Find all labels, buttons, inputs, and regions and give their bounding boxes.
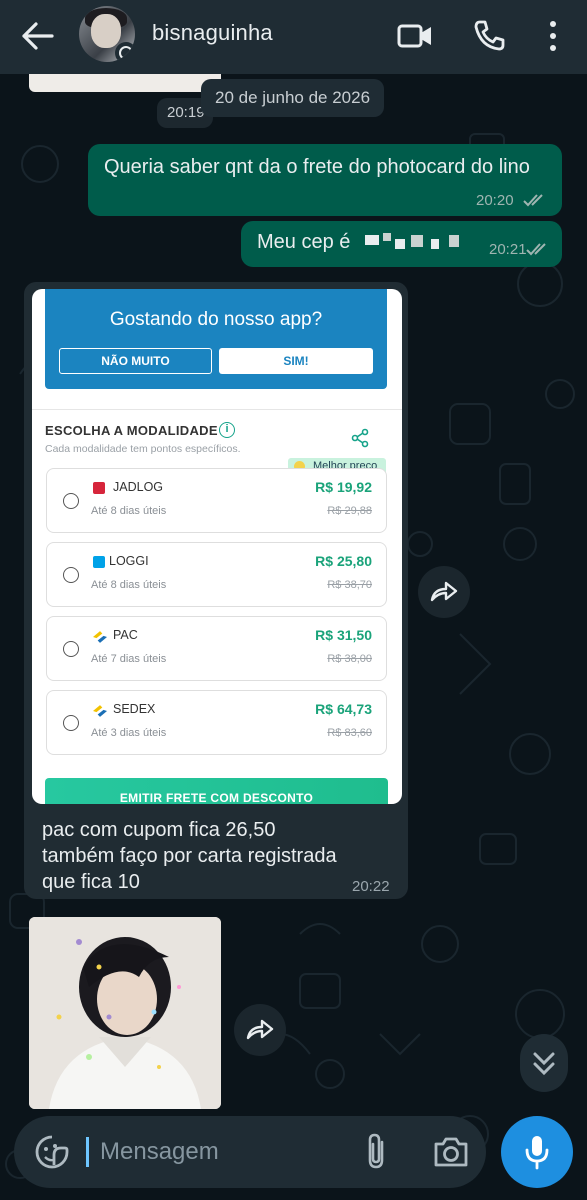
correios-logo-icon — [93, 631, 107, 643]
shipping-option: LOGGI Até 8 dias úteis R$ 25,80 R$ 38,70 — [46, 542, 387, 607]
banner-title: Gostando do nosso app? — [109, 309, 323, 330]
contact-name[interactable]: bisnaguinha — [152, 20, 273, 46]
outgoing-message[interactable]: Meu cep é 20:21 — [241, 221, 562, 267]
forward-button[interactable] — [234, 1004, 286, 1056]
section-subtitle: Cada modalidade tem pontos específicos. — [45, 443, 241, 455]
previous-image-message[interactable] — [29, 74, 221, 92]
attach-icon[interactable] — [360, 1132, 394, 1172]
shipping-option: PAC Até 7 dias úteis R$ 31,50 R$ 38,00 — [46, 616, 387, 681]
voice-message-button[interactable] — [501, 1116, 573, 1188]
info-icon: i — [219, 422, 235, 438]
text-caret — [86, 1137, 89, 1167]
loggi-logo-icon — [93, 556, 105, 568]
delivery-days: Até 7 dias úteis — [91, 653, 167, 665]
old-price: R$ 29,88 — [327, 505, 372, 517]
price: R$ 19,92 — [315, 479, 372, 495]
correios-logo-icon — [93, 705, 107, 717]
photocard-image[interactable] — [29, 917, 221, 1109]
delivery-days: Até 3 dias úteis — [91, 727, 167, 739]
camera-icon[interactable] — [432, 1134, 470, 1170]
price: R$ 25,80 — [315, 553, 372, 569]
emit-shipping-button: EMITIR FRETE COM DESCONTO — [45, 778, 388, 804]
read-ticks-icon — [526, 243, 546, 256]
forward-icon — [246, 1019, 274, 1040]
radio-icon — [63, 567, 79, 583]
old-price: R$ 38,70 — [327, 579, 372, 591]
delivery-days: Até 8 dias úteis — [91, 579, 167, 591]
video-call-icon[interactable] — [395, 16, 435, 56]
message-input[interactable] — [100, 1132, 350, 1172]
old-price: R$ 38,00 — [327, 653, 372, 665]
message-time: 20:21 — [489, 241, 527, 258]
sticker-icon[interactable] — [34, 1134, 70, 1170]
shipping-option: JADLOG Até 8 dias úteis R$ 19,92 R$ 29,8… — [46, 468, 387, 533]
read-ticks-icon — [523, 194, 543, 207]
message-text: Queria saber qnt da o frete do photocard… — [104, 156, 530, 178]
carrier-name: LOGGI — [109, 554, 149, 568]
jadlog-logo-icon — [93, 482, 105, 494]
contact-avatar[interactable] — [79, 6, 135, 62]
date-chip: 20 de junho de 2026 — [201, 79, 385, 117]
message-text: Meu cep é — [257, 231, 351, 253]
radio-icon — [63, 493, 79, 509]
status-ring-icon — [115, 42, 135, 62]
price: R$ 31,50 — [315, 627, 372, 643]
carrier-name: PAC — [113, 628, 138, 642]
back-arrow-icon[interactable] — [18, 18, 58, 54]
price: R$ 64,73 — [315, 701, 372, 717]
voice-call-icon[interactable] — [469, 16, 509, 56]
double-chevron-down-icon — [533, 1052, 555, 1076]
radio-icon — [63, 715, 79, 731]
message-text: pac com cupom fica 26,50 também faço por… — [42, 819, 337, 893]
delivery-days: Até 8 dias úteis — [91, 505, 167, 517]
old-price: R$ 83,60 — [327, 727, 372, 739]
section-title: ESCOLHA A MODALIDADE — [45, 423, 218, 438]
message-composer — [14, 1116, 486, 1188]
forward-icon — [430, 581, 458, 602]
banner-no-button: NÃO MUITO — [59, 348, 212, 374]
divider — [32, 409, 402, 410]
message-time: 20:20 — [476, 192, 514, 209]
rating-banner: Gostando do nosso app? NÃO MUITO SIM! — [45, 289, 387, 389]
radio-icon — [63, 641, 79, 657]
forward-button[interactable] — [418, 566, 470, 618]
banner-yes-button: SIM! — [219, 348, 373, 374]
redacted-cep — [365, 233, 465, 249]
carrier-name: JADLOG — [113, 480, 164, 494]
message-time: 20:22 — [352, 878, 390, 895]
share-icon — [351, 428, 369, 448]
scroll-to-bottom-button[interactable] — [520, 1034, 568, 1092]
carrier-name: SEDEX — [113, 702, 156, 716]
chat-header: bisnaguinha — [0, 0, 587, 74]
shipping-screenshot-image[interactable]: Gostando do nosso app? NÃO MUITO SIM! ES… — [32, 289, 402, 804]
shipping-option: SEDEX Até 3 dias úteis R$ 64,73 R$ 83,60 — [46, 690, 387, 755]
mic-icon — [525, 1136, 549, 1170]
outgoing-message[interactable]: Queria saber qnt da o frete do photocard… — [88, 144, 562, 216]
more-options-icon[interactable] — [533, 16, 573, 56]
